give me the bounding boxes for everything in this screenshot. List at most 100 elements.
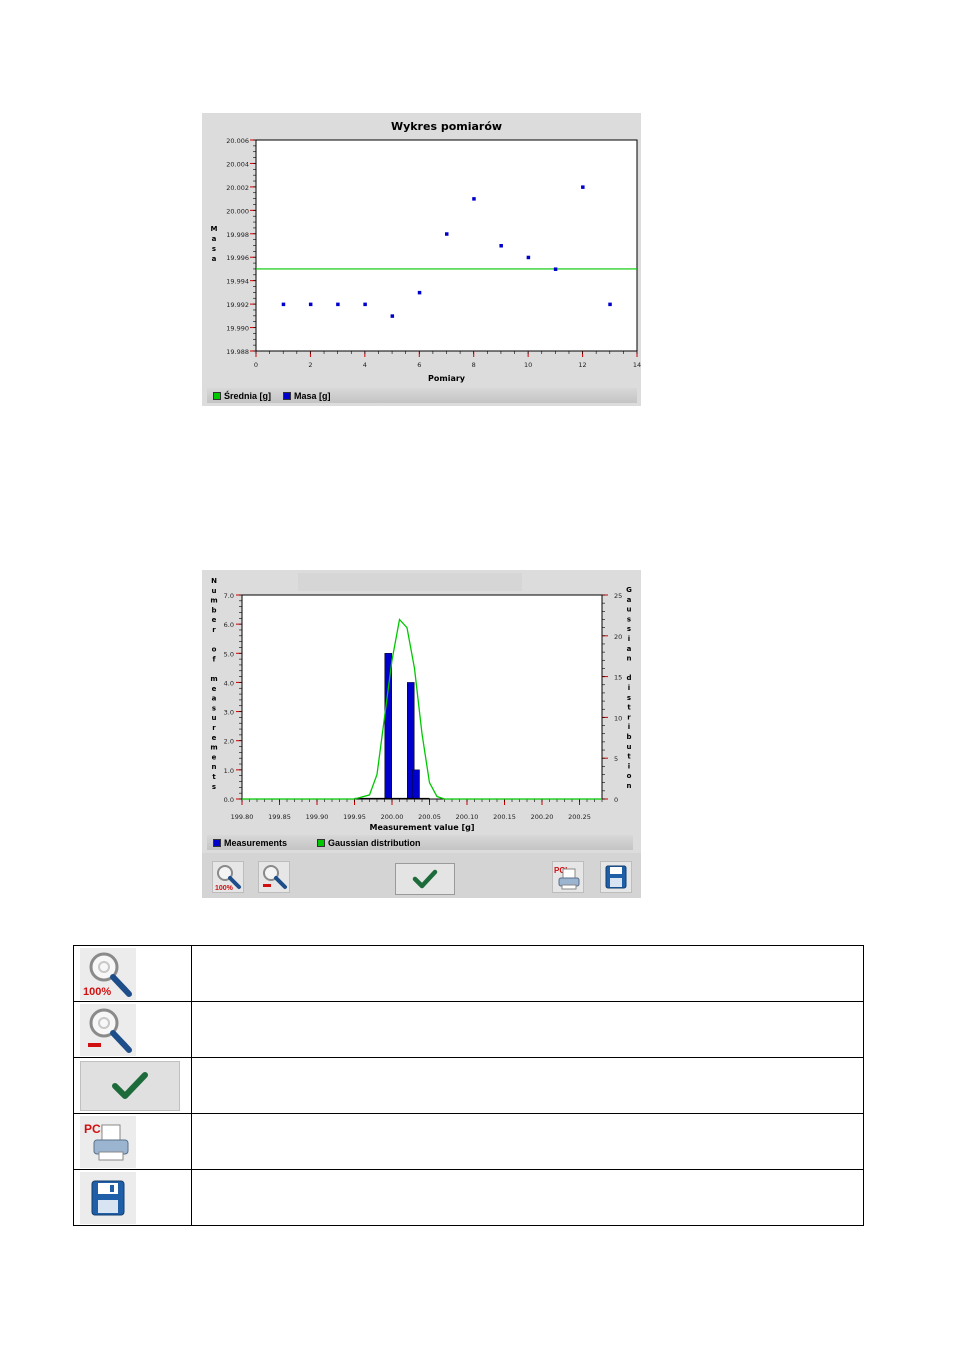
mass-point [472, 197, 476, 201]
zoom-100-text: 100% [83, 986, 111, 998]
mass-point [445, 232, 449, 236]
zoom-100-button[interactable]: 100% [212, 861, 244, 893]
x-tick-label: 10 [524, 361, 532, 369]
y2-axis-label-char: G [626, 586, 632, 594]
y-axis-label-char: r [212, 724, 216, 732]
x-axis-label: Measurement value [g] [370, 823, 475, 832]
y2-axis-label-char: s [627, 625, 631, 633]
y-axis-label-char: a [212, 255, 217, 263]
mass-point [417, 290, 422, 295]
icon-cell: 100% [73, 945, 192, 1002]
y-axis-label-char: t [212, 773, 216, 781]
plot-area [241, 594, 603, 800]
x-tick-label: 6 [417, 361, 421, 369]
y-axis-label-char: e [212, 616, 217, 624]
icon-cell [73, 1057, 192, 1114]
y-tick-label: 3.0 [224, 709, 234, 717]
y-axis-label-char: M [211, 225, 218, 233]
description-cell [191, 1113, 864, 1170]
mass-point [363, 302, 367, 307]
y-axis-label-char: f [212, 655, 216, 663]
chart-title: Wykres pomiarów [391, 120, 502, 133]
y-axis-label-char: a [212, 695, 217, 703]
measurement-chart-panel: Wykres pomiarów 20.006 20.004 20.002 20.000 1… [202, 113, 641, 406]
description-cell [191, 1057, 864, 1114]
y2-axis-label-char: u [627, 743, 632, 751]
mass-point [581, 185, 585, 189]
y-axis-label-char: e [212, 753, 217, 761]
checkmark-icon [80, 1060, 180, 1111]
y2-axis-label-char: a [627, 596, 632, 604]
y2-axis-label-char: s [627, 694, 631, 702]
y-axis-label-char: r [212, 626, 216, 634]
y-tick-label: 20.006 [226, 137, 249, 145]
y-axis-label-char: b [211, 606, 216, 614]
legend-average-label: Średnia [g] [224, 390, 272, 401]
description-cell [191, 1001, 864, 1058]
y-axis-label-char: u [212, 587, 217, 595]
mass-point [308, 302, 313, 307]
y-tick-label: 2.0 [224, 738, 234, 746]
table-row [73, 1169, 864, 1226]
pcl-printer-icon: PCL [80, 1115, 136, 1168]
y-tick-label: 19.998 [226, 231, 249, 239]
y2-tick-label: 10 [614, 714, 622, 722]
y-axis-label-char: o [212, 646, 217, 654]
zoom-out-button[interactable] [258, 861, 290, 893]
y-axis-label-char: m [210, 597, 217, 605]
x-tick-label: 2 [308, 361, 312, 369]
y-axis-label-char: e [212, 734, 217, 742]
measurement-chart: Wykres pomiarów 20.006 20.004 20.002 20.000 1… [211, 120, 641, 383]
y2-axis-label-char: o [627, 772, 632, 780]
legend-gaussian: Gaussian distribution [317, 838, 421, 848]
y-axis-label-char: e [212, 685, 217, 693]
histogram-panel: 7.0 6.0 5.0 4.0 3.0 2.0 1.0 0.0 25 20 15 10 5 0 199.80… [202, 570, 641, 853]
legend-average: Średnia [g] [213, 391, 271, 401]
measurement-bar [412, 769, 420, 800]
y-axis-label-char: n [212, 763, 217, 771]
x-tick-label: 4 [363, 361, 367, 369]
y-tick-label: 19.996 [226, 254, 249, 262]
mass-point [281, 302, 286, 307]
save-button[interactable] [600, 861, 632, 893]
checkmark-icon [412, 869, 438, 889]
table-row: PCL [73, 1113, 864, 1170]
y-tick-label: 20.000 [226, 207, 249, 215]
y-axis-label: Masa [211, 225, 218, 263]
floppy-disk-icon [605, 865, 627, 889]
x-tick-label: 0 [254, 361, 258, 369]
y2-axis-label-char: i [628, 635, 630, 643]
ok-button[interactable] [395, 863, 455, 895]
x-tick-label: 200.25 [568, 813, 591, 821]
histogram-toolbar: 100% PCL [202, 853, 641, 898]
mass-point [553, 267, 558, 271]
x-tick-label: 200.10 [456, 813, 479, 821]
x-tick-label: 200.05 [418, 813, 441, 821]
floppy-disk-icon [80, 1171, 136, 1224]
y-axis-label-char: s [212, 783, 216, 791]
chart2-legend: Measurements Gaussian distribution [207, 835, 633, 850]
y2-axis-label-char: n [627, 655, 632, 663]
mass-point [499, 244, 503, 248]
y2-axis-label-char: i [628, 684, 630, 692]
y2-axis-label-char: n [627, 782, 632, 790]
x-tick-label: 200.15 [493, 813, 516, 821]
y-axis-label-char: a [212, 235, 217, 243]
pcl-printer-icon: PCL [554, 866, 580, 890]
y2-axis-label-char: s [627, 615, 631, 623]
x-axis-label: Pomiary [428, 374, 466, 383]
icon-cell [73, 1169, 192, 1226]
y2-axis-label-char: u [627, 606, 632, 614]
table-row [73, 1057, 864, 1114]
y2-axis-label-char: i [628, 723, 630, 731]
x-tick-label: 200.20 [531, 813, 554, 821]
y-axis-label-char: s [212, 245, 216, 253]
x-tick-label: 199.80 [231, 813, 254, 821]
print-pcl-button[interactable]: PCL [552, 861, 584, 893]
y2-axis-label-char: b [626, 733, 631, 741]
mass-point [526, 255, 531, 260]
zoom-100-icon: 100% [80, 947, 136, 1000]
x-tick-label: 8 [472, 361, 476, 369]
y-axis-label-char: N [211, 577, 217, 585]
description-cell [191, 1169, 864, 1226]
